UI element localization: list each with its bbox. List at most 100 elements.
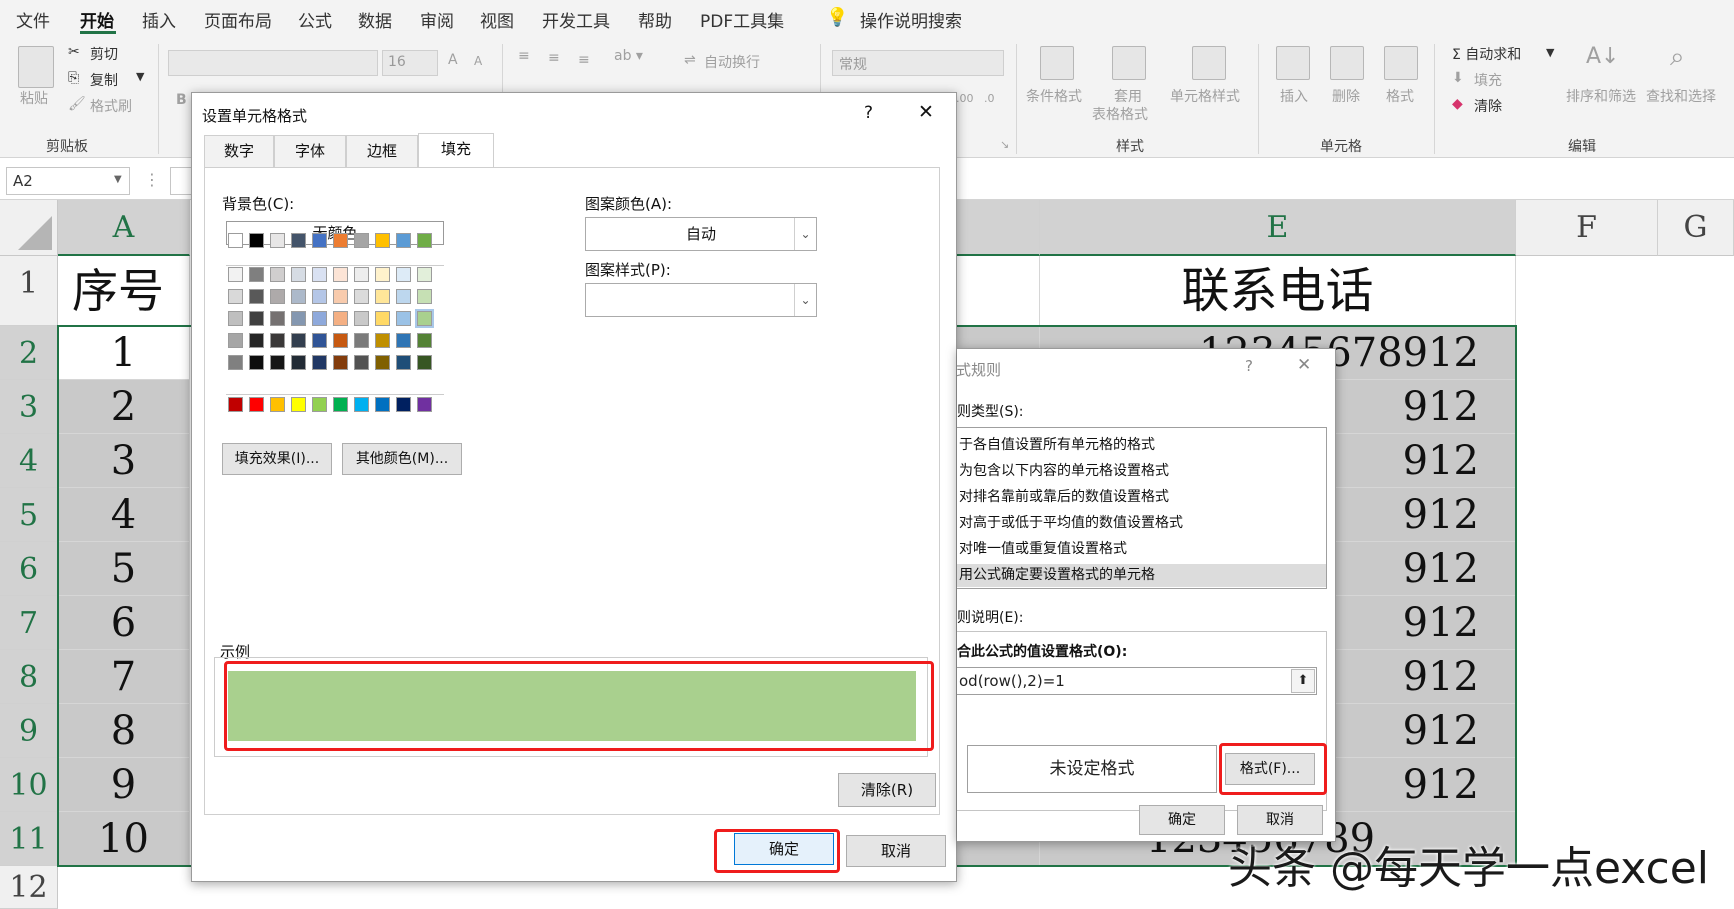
color-swatch[interactable]	[417, 333, 432, 348]
fill-button[interactable]: 填充	[1474, 70, 1502, 90]
close-icon[interactable]: ✕	[1297, 355, 1311, 375]
color-swatch[interactable]	[417, 289, 432, 304]
autosum-button[interactable]: Σ 自动求和	[1452, 44, 1521, 64]
color-swatch[interactable]	[396, 397, 411, 412]
close-icon[interactable]: ✕	[918, 101, 934, 123]
paste-icon[interactable]	[18, 46, 54, 88]
cell-a7[interactable]: 6	[58, 596, 190, 650]
color-swatch[interactable]	[249, 289, 264, 304]
format-as-table-icon[interactable]	[1112, 46, 1146, 80]
conditional-format-icon[interactable]	[1040, 46, 1074, 80]
color-swatch[interactable]	[417, 397, 432, 412]
rule-type-item[interactable]: 对高于或低于平均值的数值设置格式	[957, 512, 1326, 535]
dialog-launcher-icon[interactable]: ↘	[1000, 138, 1009, 151]
color-swatch[interactable]	[333, 233, 348, 248]
color-swatch[interactable]	[312, 397, 327, 412]
color-swatch[interactable]	[375, 267, 390, 282]
color-swatch[interactable]	[291, 397, 306, 412]
color-swatch[interactable]	[312, 333, 327, 348]
column-header-f[interactable]: F	[1516, 200, 1658, 256]
cell-styles-button[interactable]: 单元格样式	[1170, 86, 1240, 106]
row-header-4[interactable]: 4	[0, 434, 58, 488]
align-middle-icon[interactable]: ≡	[548, 50, 560, 66]
align-bottom-icon[interactable]: ≡	[578, 52, 590, 68]
color-swatch[interactable]	[312, 267, 327, 282]
cell-a5[interactable]: 4	[58, 488, 190, 542]
color-swatch[interactable]	[228, 267, 243, 282]
row-header-7[interactable]: 7	[0, 596, 58, 650]
cut-button[interactable]: 剪切	[90, 44, 118, 64]
help-icon[interactable]: ?	[864, 103, 873, 123]
format-painter-button[interactable]: 格式刷	[90, 96, 132, 116]
menu-data[interactable]: 数据	[358, 7, 392, 32]
delete-cells-icon[interactable]	[1330, 46, 1364, 80]
menu-file[interactable]: 文件	[16, 7, 50, 32]
chevron-down-icon[interactable]: ▼	[1546, 46, 1554, 59]
wrap-text-button[interactable]: 自动换行	[704, 52, 760, 72]
color-swatch[interactable]	[249, 233, 264, 248]
paste-label[interactable]: 粘贴	[20, 88, 48, 108]
color-swatch[interactable]	[375, 355, 390, 370]
help-icon[interactable]: ?	[1245, 357, 1253, 375]
clear-button[interactable]: 清除(R)	[838, 773, 936, 807]
format-cells-icon[interactable]	[1384, 46, 1418, 80]
color-swatch[interactable]	[270, 267, 285, 282]
conditional-format-button[interactable]: 条件格式	[1026, 86, 1082, 106]
fill-effects-button[interactable]: 填充效果(I)...	[222, 443, 332, 475]
color-swatch[interactable]	[396, 289, 411, 304]
menu-pdf-tools[interactable]: PDF工具集	[700, 7, 784, 32]
cell-a6[interactable]: 5	[58, 542, 190, 596]
formula-input[interactable]: od(row(),2)=1	[957, 667, 1317, 695]
cell-a11[interactable]: 10	[58, 812, 190, 866]
color-swatch[interactable]	[291, 333, 306, 348]
sort-icon[interactable]: A↓	[1586, 44, 1619, 69]
color-swatch[interactable]	[396, 333, 411, 348]
cell-a3[interactable]: 2	[58, 380, 190, 434]
chevron-down-icon[interactable]: ▼	[136, 70, 144, 83]
format-as-table-label-2[interactable]: 表格格式	[1092, 104, 1148, 124]
row-header-8[interactable]: 8	[0, 650, 58, 704]
color-swatch[interactable]	[291, 311, 306, 326]
menu-developer[interactable]: 开发工具	[542, 7, 610, 32]
color-swatch[interactable]	[291, 233, 306, 248]
sort-filter-button[interactable]: 排序和筛选	[1566, 86, 1636, 106]
color-swatch[interactable]	[417, 267, 432, 282]
pattern-color-select[interactable]: 自动 ⌄	[585, 217, 817, 251]
color-swatch[interactable]	[354, 233, 369, 248]
row-header-11[interactable]: 11	[0, 812, 58, 866]
column-header-e[interactable]: E	[1040, 200, 1516, 256]
clear-button[interactable]: 清除	[1474, 96, 1502, 116]
color-swatch[interactable]	[228, 333, 243, 348]
color-swatch[interactable]	[270, 333, 285, 348]
menu-view[interactable]: 视图	[480, 7, 514, 32]
color-swatch[interactable]	[333, 289, 348, 304]
color-swatch[interactable]	[333, 355, 348, 370]
cancel-button[interactable]: 取消	[846, 835, 946, 867]
color-swatch[interactable]	[354, 397, 369, 412]
color-swatch[interactable]	[415, 309, 434, 328]
font-size-select[interactable]: 16	[382, 50, 438, 76]
pattern-style-select[interactable]: ⌄	[585, 283, 817, 317]
color-swatch[interactable]	[333, 267, 348, 282]
format-as-table-label-1[interactable]: 套用	[1114, 86, 1142, 106]
color-swatch[interactable]	[228, 355, 243, 370]
more-colors-button[interactable]: 其他颜色(M)...	[342, 443, 462, 475]
increase-decimal-button[interactable]: .00	[956, 92, 974, 105]
color-swatch[interactable]	[291, 289, 306, 304]
column-header-d[interactable]	[950, 200, 1040, 256]
color-swatch[interactable]	[375, 233, 390, 248]
color-swatch[interactable]	[333, 333, 348, 348]
color-swatch[interactable]	[270, 289, 285, 304]
menu-review[interactable]: 审阅	[420, 7, 454, 32]
row-header-1[interactable]: 1	[0, 256, 58, 326]
cell-styles-icon[interactable]	[1192, 46, 1226, 80]
row-header-2[interactable]: 2	[0, 326, 58, 380]
color-swatch[interactable]	[249, 333, 264, 348]
color-swatch[interactable]	[417, 233, 432, 248]
format-cells-button[interactable]: 格式	[1386, 86, 1414, 106]
row-header-3[interactable]: 3	[0, 380, 58, 434]
color-swatch[interactable]	[354, 267, 369, 282]
number-format-select[interactable]: 常规	[832, 50, 1004, 76]
cell-a4[interactable]: 3	[58, 434, 190, 488]
color-swatch[interactable]	[354, 289, 369, 304]
